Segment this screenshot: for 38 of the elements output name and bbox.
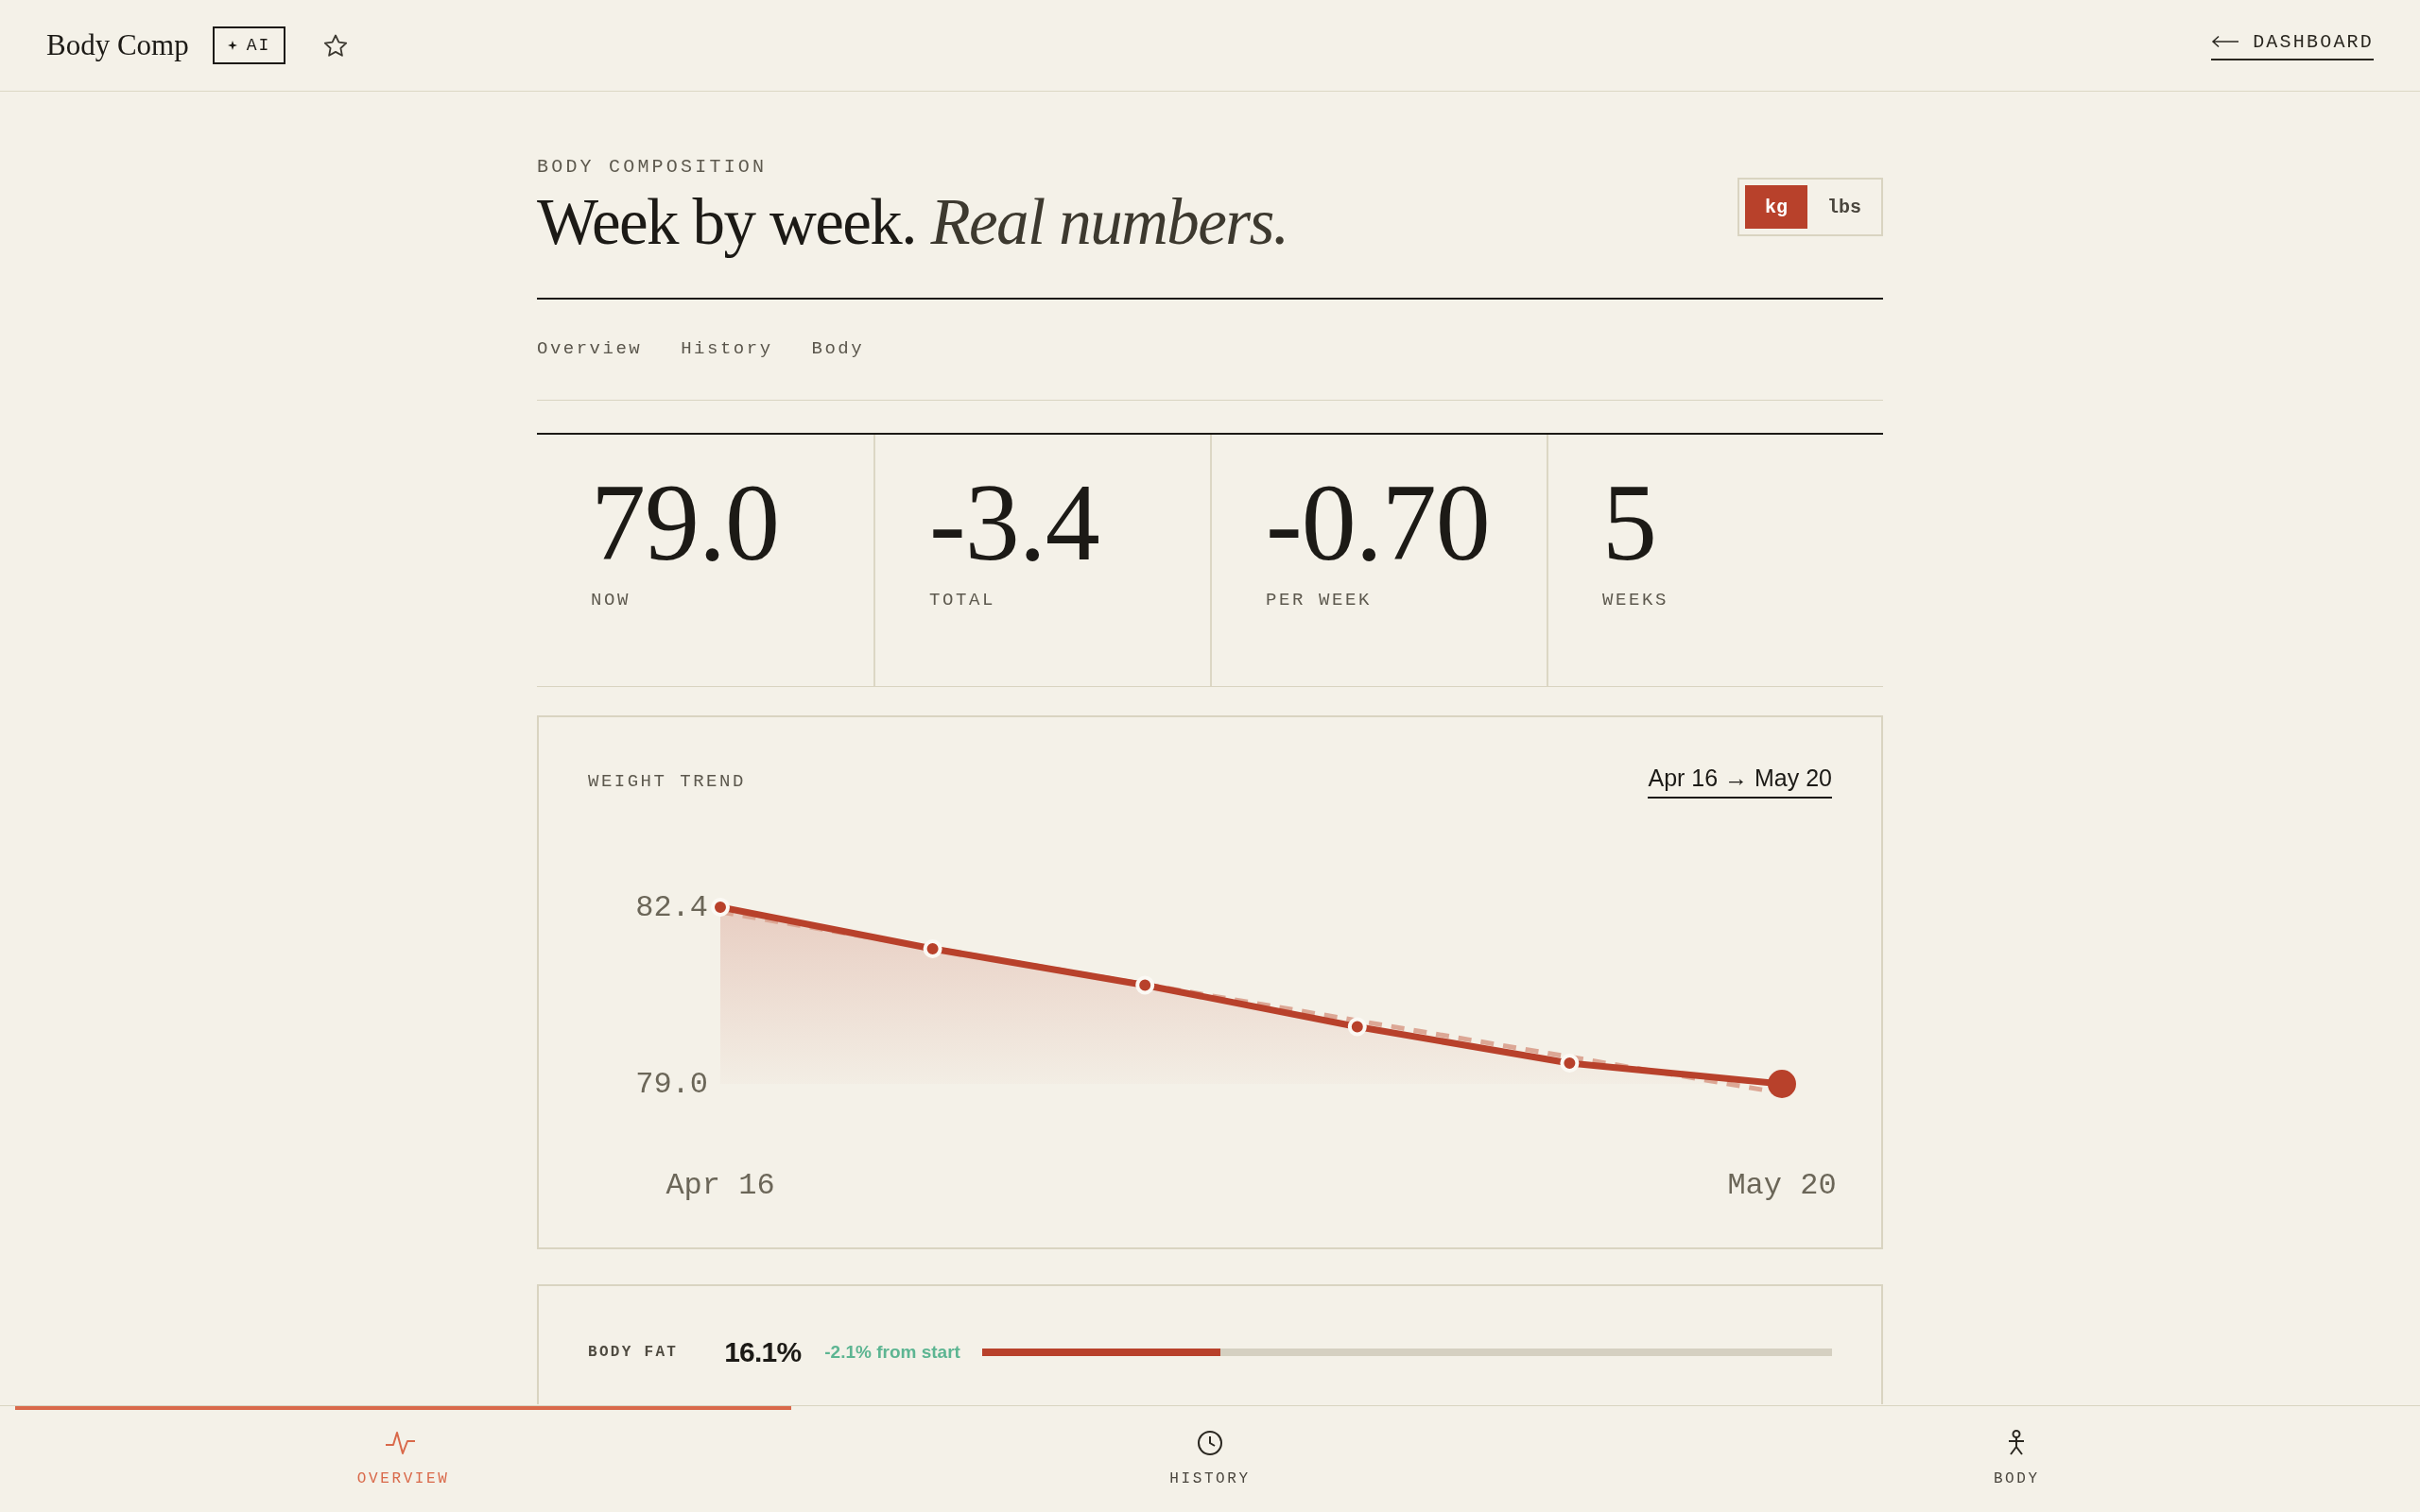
y-axis-label: 79.0 (635, 1066, 708, 1102)
ai-button[interactable]: AI (212, 26, 286, 64)
data-point (1560, 1054, 1580, 1073)
stat-label: NOW (591, 589, 631, 611)
data-point (1768, 1070, 1796, 1098)
x-axis-label: May 20 (1727, 1168, 1837, 1203)
unit-option[interactable]: kg (1745, 185, 1807, 229)
x-axis-label: Apr 16 (666, 1168, 775, 1203)
body-fat-value: 16.1% (724, 1336, 802, 1368)
data-point (923, 939, 942, 958)
data-point (1347, 1017, 1367, 1037)
stat-value: 79.0 (591, 469, 779, 576)
body-fat-label: BODY FAT (588, 1344, 679, 1361)
star-icon[interactable] (323, 33, 349, 58)
section-tab[interactable]: Overview (537, 337, 643, 360)
nav-tab[interactable]: BODY (1613, 1406, 2420, 1512)
page-title: Week by week. Real numbers. (537, 185, 1288, 260)
stat-value: -0.70 (1266, 469, 1490, 576)
stat-value: 5 (1602, 469, 1656, 576)
dashboard-link[interactable]: DASHBOARD (2211, 30, 2374, 60)
date-range-link[interactable]: Apr 16 → May 20 (1648, 765, 1832, 799)
arrow-left-icon (2211, 35, 2240, 48)
sparkle-icon (227, 41, 237, 50)
stat-label: WEEKS (1602, 589, 1668, 611)
data-point (711, 898, 730, 917)
stat-value: -3.4 (929, 469, 1099, 576)
unit-option[interactable]: lbs (1813, 185, 1876, 229)
body-fat-change: -2.1% from start (824, 1342, 960, 1363)
section-eyebrow: BODY COMPOSITION (537, 156, 768, 179)
stat-label: PER WEEK (1266, 589, 1372, 611)
data-point (1135, 975, 1155, 995)
y-axis-label: 82.4 (635, 889, 708, 925)
section-tab[interactable]: Body (811, 337, 865, 360)
section-tab[interactable]: History (681, 337, 773, 360)
nav-tab[interactable]: HISTORY (806, 1406, 1614, 1512)
app-title: Body Comp (46, 28, 189, 62)
chart-title: WEIGHT TREND (588, 771, 746, 792)
stat-label: TOTAL (929, 589, 995, 611)
